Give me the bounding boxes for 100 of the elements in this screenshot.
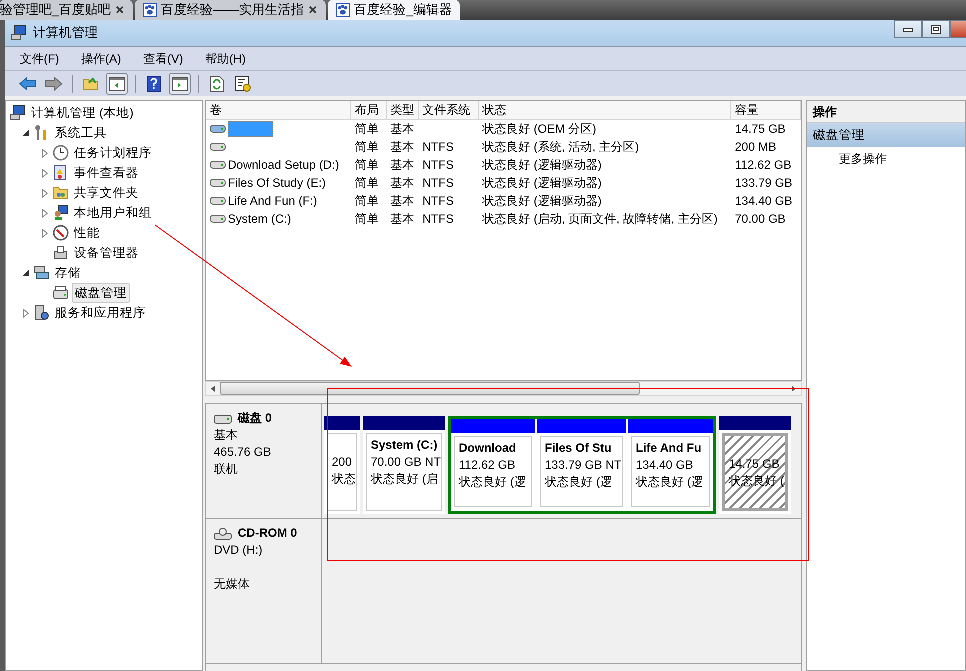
tab-title: 百度经验_编辑器 <box>354 1 452 20</box>
drive-icon <box>210 214 226 224</box>
tree-item[interactable]: 设备管理器 <box>72 244 141 262</box>
collapsed-arrow-icon[interactable] <box>42 228 48 238</box>
tab-title: 验管理吧_百度贴吧 <box>0 1 112 20</box>
table-cell-text: 112.62 GB <box>735 157 792 174</box>
device-icon <box>53 245 69 261</box>
disk-info: 无媒体 <box>214 576 251 593</box>
table-cell-text: 133.79 GB <box>735 175 792 192</box>
tree-item[interactable]: 共享文件夹 <box>72 184 141 202</box>
action-link[interactable]: 更多操作 <box>807 147 965 171</box>
column-header[interactable]: 容量 <box>731 101 801 119</box>
table-cell-text: 简单 <box>354 211 379 228</box>
browser-tab[interactable]: 百度经验_编辑器 <box>328 0 460 20</box>
tree-item[interactable]: 本地用户和组 <box>72 204 154 222</box>
drive-icon <box>210 124 226 134</box>
table-cell-text: NTFS <box>422 157 454 174</box>
tree-item[interactable]: 任务计划程序 <box>72 144 154 162</box>
tree-item[interactable]: 存储 <box>53 264 83 282</box>
table-cell-text: 状态良好 (OEM 分区) <box>482 121 597 138</box>
table-cell-text: 基本 <box>390 193 415 210</box>
minimize-button[interactable] <box>894 20 922 38</box>
table-cell-text: Life And Fun (F:) <box>228 193 318 210</box>
table-cell-text: NTFS <box>422 175 454 192</box>
table-cell-text: 基本 <box>390 121 415 138</box>
log-icon <box>53 165 69 181</box>
table-cell-text: 基本 <box>390 175 415 192</box>
drive-icon <box>210 142 226 152</box>
window-pane-icon <box>172 76 188 90</box>
disk-info: 联机 <box>214 461 239 478</box>
tree-item[interactable]: 服务和应用程序 <box>53 304 148 322</box>
close-icon[interactable] <box>308 5 318 15</box>
tab-title: 百度经验——实用生活指 <box>161 1 304 20</box>
table-cell-text: 基本 <box>390 139 415 156</box>
partition-box[interactable]: System (C:) 70.00 GB NT 状态良好 (启 <box>366 433 442 511</box>
users-icon <box>53 205 69 221</box>
partition-box[interactable]: 200 状态 <box>327 433 357 511</box>
disk-info: 465.76 GB <box>214 444 272 461</box>
expanded-arrow-icon[interactable] <box>22 129 30 137</box>
menu-item[interactable]: 操作(A) <box>81 50 122 68</box>
collapsed-arrow-icon[interactable] <box>42 168 48 178</box>
browser-tab[interactable]: 验管理吧_百度贴吧 <box>0 0 134 20</box>
table-cell-text: 134.40 GB <box>735 193 792 210</box>
partition-name: Download <box>459 440 518 457</box>
partition-box[interactable]: 14.75 GB 状态良好 ( <box>722 433 788 511</box>
disk-name: 磁盘 0 <box>238 410 272 427</box>
tree-item[interactable]: 性能 <box>72 224 102 242</box>
column-header[interactable]: 布局 <box>350 101 387 119</box>
shared-folder-icon <box>53 185 69 201</box>
table-cell-text: 200 MB <box>735 139 776 156</box>
expanded-arrow-icon[interactable] <box>22 269 30 277</box>
minimize-icon <box>903 26 913 32</box>
disk-info: 基本 <box>214 427 239 444</box>
horizontal-scrollbar[interactable] <box>205 381 802 396</box>
column-header[interactable]: 卷 <box>206 101 351 119</box>
tree-item[interactable]: 磁盘管理 <box>72 282 130 304</box>
collapsed-arrow-icon[interactable] <box>42 148 48 158</box>
collapsed-arrow-icon[interactable] <box>23 308 29 318</box>
table-cell-text: 简单 <box>354 139 379 156</box>
tree-item[interactable]: 事件查看器 <box>72 164 141 182</box>
column-header[interactable]: 文件系统 <box>418 101 479 119</box>
column-header[interactable]: 状态 <box>478 101 732 119</box>
show-tree-button[interactable] <box>106 72 128 94</box>
tree-item[interactable]: 计算机管理 (本地) <box>29 104 136 122</box>
drive-icon <box>210 196 226 206</box>
scrollbar-thumb[interactable] <box>220 382 640 395</box>
collapsed-arrow-icon[interactable] <box>42 188 48 198</box>
partition-box[interactable]: Life And Fu 134.40 GB 状态良好 (逻 <box>631 436 710 507</box>
menu-item[interactable]: 帮助(H) <box>205 50 246 68</box>
table-cell-text: NTFS <box>422 211 454 228</box>
partition-size: 112.62 GB <box>459 457 516 474</box>
partition-status: 状态良好 (逻 <box>636 474 704 491</box>
browser-tab[interactable]: 百度经验——实用生活指 <box>135 0 326 20</box>
partition-box[interactable]: Download 112.62 GB 状态良好 (逻 <box>454 436 532 507</box>
table-cell-text: System (C:) <box>228 211 292 228</box>
disk-info: DVD (H:) <box>214 542 264 559</box>
show-actions-button[interactable] <box>169 72 191 94</box>
actions-section[interactable]: 磁盘管理 <box>807 123 965 147</box>
partition-size: 134.40 GB <box>636 457 694 474</box>
collapsed-arrow-icon[interactable] <box>42 208 48 218</box>
table-cell-text: NTFS <box>422 193 454 210</box>
computer-icon <box>11 25 27 41</box>
partition-status: 状态良好 (启 <box>371 471 437 488</box>
partition-box[interactable]: Files Of Stu 133.79 GB NT 状态良好 (逻 <box>540 436 623 507</box>
table-cell-text: 简单 <box>354 121 379 138</box>
table-cell-text: 基本 <box>390 157 415 174</box>
close-icon[interactable] <box>115 5 126 15</box>
gauge-icon <box>53 225 69 241</box>
table-cell-text: 基本 <box>390 211 415 228</box>
table-cell-text: 简单 <box>354 175 379 192</box>
menu-item[interactable]: 查看(V) <box>143 50 184 68</box>
partition-name: Life And Fu <box>636 440 703 457</box>
maximize-button[interactable] <box>922 20 950 38</box>
menu-item[interactable]: 文件(F) <box>20 50 60 68</box>
help-icon <box>147 76 161 92</box>
right-arrow-icon <box>45 76 63 90</box>
tree-item[interactable]: 系统工具 <box>53 124 109 142</box>
table-cell-text: NTFS <box>422 139 454 156</box>
table-cell-text: 简单 <box>354 193 379 210</box>
column-header[interactable]: 类型 <box>386 101 419 119</box>
